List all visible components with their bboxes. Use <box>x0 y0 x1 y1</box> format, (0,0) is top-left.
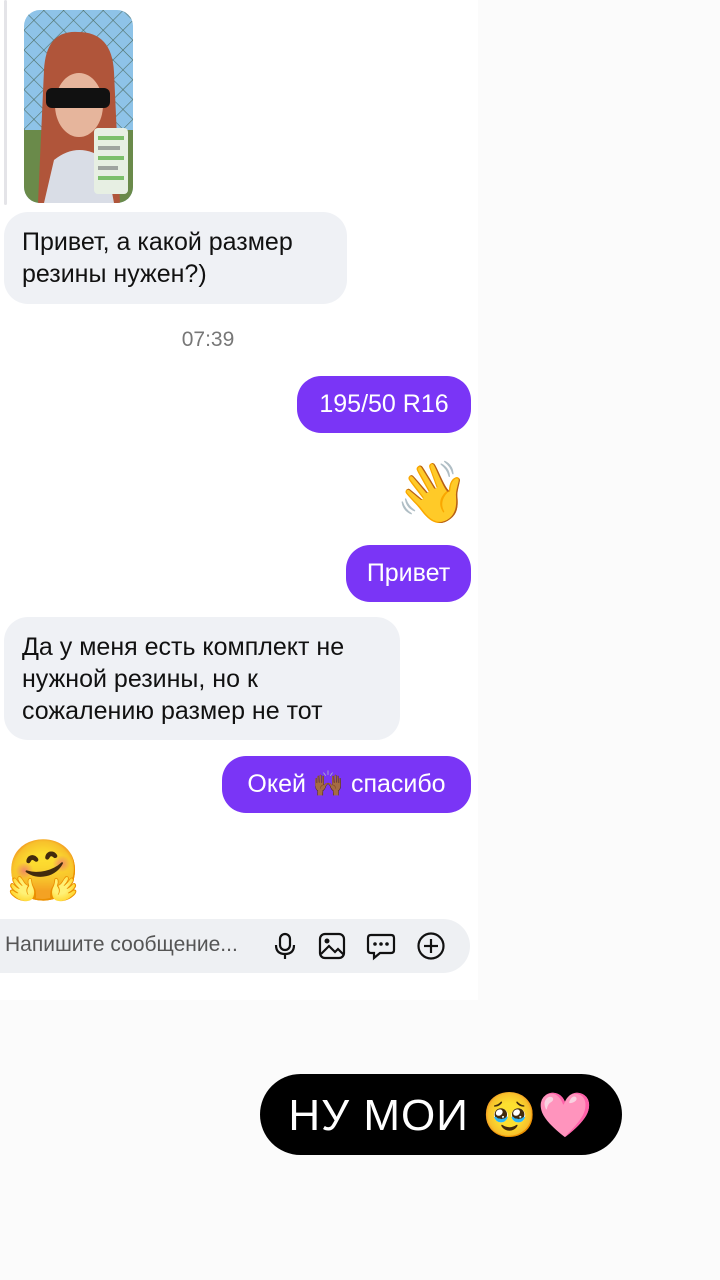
story-text-overlay: НУ МОИ 🥹🩷 <box>260 1074 622 1155</box>
incoming-message[interactable]: Да у меня есть комплект не нужной резины… <box>4 617 400 740</box>
message-timestamp: 07:39 <box>181 328 235 351</box>
story-image <box>24 10 133 203</box>
message-composer[interactable]: Напишите сообщение... <box>0 919 470 973</box>
outgoing-message[interactable]: Привет <box>346 545 471 602</box>
outgoing-message[interactable]: Окей 🙌🏾 спасибо <box>222 756 471 813</box>
story-reply-line <box>4 0 7 205</box>
outgoing-message[interactable]: 195/50 R16 <box>297 376 471 433</box>
overlay-text: НУ МОИ 🥹🩷 <box>288 1090 594 1140</box>
chat-bubble-icon[interactable] <box>366 931 396 961</box>
image-icon[interactable] <box>317 931 347 961</box>
microphone-icon[interactable] <box>270 931 300 961</box>
message-input-placeholder[interactable]: Напишите сообщение... <box>5 933 238 957</box>
message-text: Привет, а какой размер резины нужен?) <box>22 228 293 288</box>
story-thumbnail[interactable] <box>24 10 133 203</box>
message-text: Окей 🙌🏾 спасибо <box>247 770 446 798</box>
chat-panel: Привет, а какой размер резины нужен?) 07… <box>0 0 478 1000</box>
message-text: Да у меня есть комплект не нужной резины… <box>22 633 345 725</box>
plus-circle-icon[interactable] <box>416 931 446 961</box>
message-text: 195/50 R16 <box>319 390 449 418</box>
incoming-message[interactable]: Привет, а какой размер резины нужен?) <box>4 212 347 304</box>
message-text: Привет <box>366 559 451 587</box>
waving-hand-emoji[interactable]: 👋 <box>395 458 470 528</box>
hugging-face-emoji[interactable]: 🤗 <box>6 836 81 906</box>
